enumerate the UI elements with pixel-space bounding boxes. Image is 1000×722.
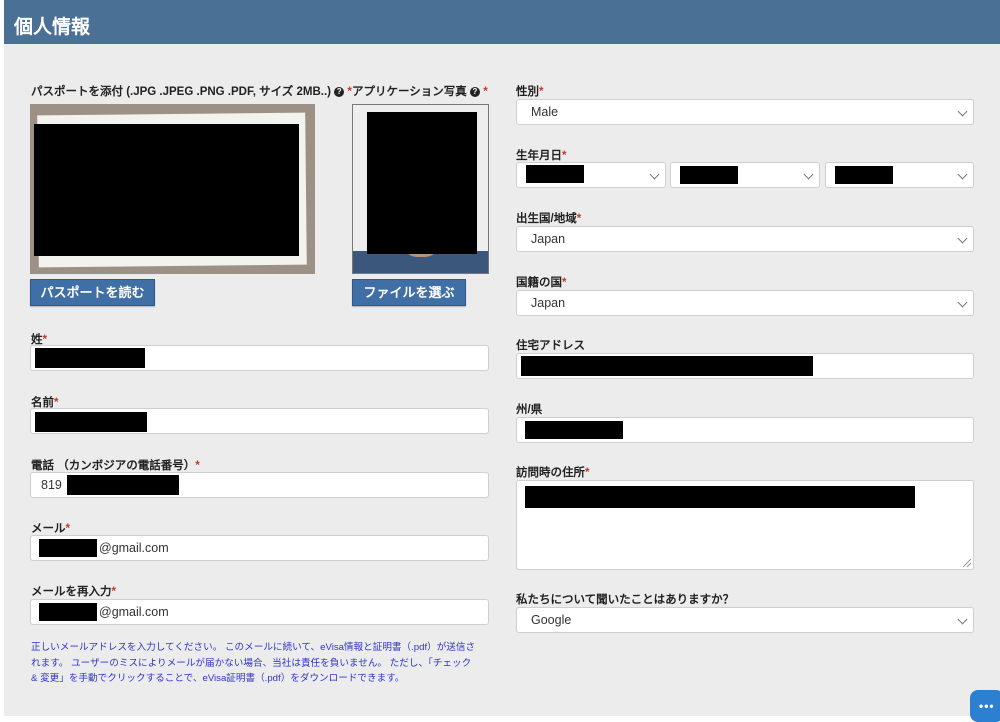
surname-input[interactable]	[30, 345, 489, 371]
read-passport-button[interactable]: パスポートを読む	[30, 279, 155, 306]
referral-select[interactable]: Google	[516, 607, 974, 633]
chevron-down-icon	[803, 169, 814, 180]
email-confirm-suffix: @gmail.com	[99, 605, 169, 619]
visit-address-redaction	[525, 486, 915, 508]
referral-label: 私たちについて聞いたことはありますか？	[516, 594, 735, 606]
chevron-down-icon	[957, 233, 968, 244]
email-notice: 正しいメールアドレスを入力してください。 このメールに続いて、eVisa情報と証…	[31, 642, 476, 684]
dob-day-redaction	[835, 166, 893, 184]
required-marker: *	[562, 277, 567, 289]
email-confirm-input[interactable]: @gmail.com	[30, 599, 489, 625]
dob-label: 生年月日*	[516, 150, 567, 162]
state-label: 州/県	[516, 404, 543, 416]
chat-icon[interactable]: •••	[970, 690, 1000, 722]
chevron-down-icon	[649, 169, 660, 180]
phone-label: 電話 （カンボジアの電話番号）*	[31, 460, 200, 472]
phone-prefix: 819	[41, 478, 62, 492]
required-marker: *	[576, 213, 582, 225]
email-suffix: @gmail.com	[99, 541, 169, 555]
address-input[interactable]	[516, 353, 974, 379]
birth-country-label: 出生国/地域*	[516, 213, 582, 225]
birth-country-select[interactable]: Japan	[516, 226, 974, 252]
dob-month-select[interactable]	[670, 162, 820, 188]
given-name-input[interactable]	[30, 408, 489, 434]
phone-input[interactable]: 819	[30, 472, 489, 498]
photo-redaction	[367, 112, 477, 254]
visit-address-label: 訪問時の住所*	[516, 467, 590, 479]
section-header: 個人情報	[4, 0, 1000, 44]
required-marker: *	[483, 86, 488, 98]
question-circle-icon[interactable]: ?	[334, 87, 345, 97]
dob-year-select[interactable]	[516, 162, 666, 188]
state-redaction	[525, 421, 623, 439]
email-input[interactable]: @gmail.com	[30, 535, 489, 561]
required-marker: *	[539, 86, 544, 98]
address-label: 住宅アドレス	[516, 340, 585, 352]
photo-preview	[352, 104, 489, 274]
email-redaction	[39, 539, 97, 557]
passport-label: パスポートを添付 (.JPG .JPEG .PNG .PDF, サイズ 2MB.…	[31, 86, 352, 98]
required-marker: *	[562, 150, 567, 162]
email-confirm-label: メールを再入力*	[31, 586, 116, 598]
required-marker: *	[111, 586, 116, 598]
gender-select[interactable]: Male	[516, 99, 974, 125]
chevron-down-icon	[957, 106, 968, 117]
email-label: メール*	[31, 523, 70, 535]
dob-month-redaction	[680, 166, 738, 184]
nationality-label: 国籍の国*	[516, 277, 567, 289]
chevron-down-icon	[957, 614, 968, 625]
nationality-select[interactable]: Japan	[516, 290, 974, 316]
required-marker: *	[65, 523, 70, 535]
required-marker: *	[195, 460, 200, 472]
passport-redaction	[34, 124, 299, 256]
choose-file-button[interactable]: ファイルを選ぶ	[352, 279, 466, 306]
chevron-down-icon	[957, 169, 968, 180]
surname-redaction	[35, 348, 145, 368]
chevron-down-icon	[957, 297, 968, 308]
address-redaction	[521, 356, 813, 376]
given-name-redaction	[35, 412, 147, 432]
photo-label: アプリケーション写真 ? *	[352, 86, 488, 98]
phone-redaction	[67, 475, 179, 495]
dob-day-select[interactable]	[825, 162, 974, 188]
question-circle-icon[interactable]: ?	[469, 87, 480, 97]
passport-preview	[30, 104, 315, 274]
form-panel: パスポートを添付 (.JPG .JPEG .PNG .PDF, サイズ 2MB.…	[4, 44, 1000, 716]
section-title: 個人情報	[14, 17, 91, 38]
dob-year-redaction	[526, 165, 584, 183]
resize-handle-icon[interactable]	[963, 559, 971, 567]
state-input[interactable]	[516, 417, 974, 443]
required-marker: *	[585, 467, 590, 479]
visit-address-textarea[interactable]	[516, 480, 974, 570]
email-confirm-redaction	[39, 603, 97, 621]
gender-label: 性別*	[516, 86, 544, 98]
